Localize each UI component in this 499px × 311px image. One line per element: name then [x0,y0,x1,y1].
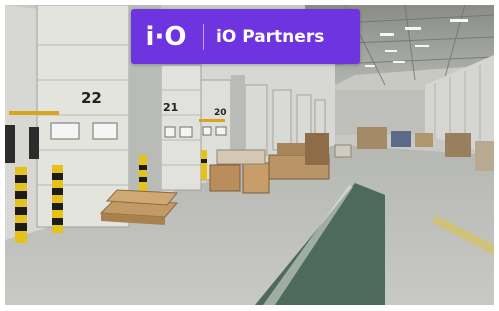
door-number-20: 20 [214,108,227,118]
door-number-22: 22 [81,89,102,107]
banner-divider [203,23,204,50]
door-number-21: 21 [163,101,178,114]
photo-frame: 22 21 20 i·O iO Partners [5,5,494,305]
dock-door-2 [160,64,202,191]
io-logo-icon: i·O [145,21,187,52]
partner-banner: i·O iO Partners [131,9,360,64]
banner-title: iO Partners [216,26,325,47]
